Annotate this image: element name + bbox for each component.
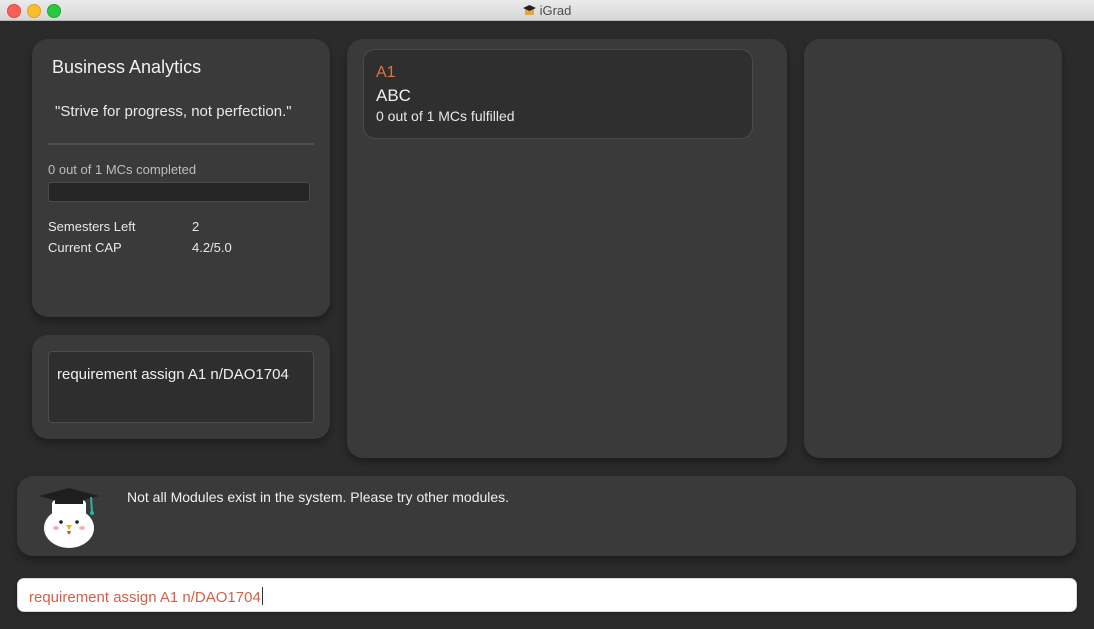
command-input[interactable]: requirement assign A1 n/DAO1704 <box>17 578 1077 612</box>
motivational-quote: "Strive for progress, not perfection." <box>55 103 292 120</box>
graduation-cap-icon <box>522 5 536 15</box>
graduate-chicken-icon <box>39 488 99 548</box>
result-display: Not all Modules exist in the system. Ple… <box>17 476 1076 556</box>
command-input-value: requirement assign A1 n/DAO1704 <box>29 589 261 606</box>
window-title-text: iGrad <box>539 3 572 18</box>
course-name: Business Analytics <box>52 57 202 77</box>
last-command-text: requirement assign A1 n/DAO1704 <box>57 366 289 383</box>
window-title: iGrad <box>0 3 1094 18</box>
command-history-panel: requirement assign A1 n/DAO1704 <box>32 335 330 439</box>
cap-value: 4.2/5.0 <box>192 240 232 255</box>
semesters-left-label: Semesters Left <box>48 219 136 234</box>
semesters-left-value: 2 <box>192 219 200 234</box>
title-bar: iGrad <box>0 0 1094 21</box>
mcs-completed-text: 0 out of 1 MCs completed <box>48 162 197 177</box>
divider <box>48 143 314 145</box>
modules-panel <box>804 39 1062 458</box>
requirement-card[interactable]: A1 ABC 0 out of 1 MCs fulfilled <box>363 49 753 139</box>
requirement-name: ABC <box>376 86 411 105</box>
profile-panel: Business Analytics "Strive for progress,… <box>32 39 330 317</box>
requirement-code: A1 <box>376 64 396 81</box>
text-caret <box>261 587 263 605</box>
requirements-panel: A1 ABC 0 out of 1 MCs fulfilled <box>347 39 787 458</box>
mcs-progress-bar <box>48 182 310 202</box>
requirement-mcs-fulfilled: 0 out of 1 MCs fulfilled <box>376 108 515 124</box>
command-input-text: requirement assign A1 n/DAO1704 <box>29 587 263 606</box>
command-history-box[interactable]: requirement assign A1 n/DAO1704 <box>48 351 314 423</box>
result-message: Not all Modules exist in the system. Ple… <box>127 489 510 505</box>
cap-label: Current CAP <box>48 240 122 255</box>
